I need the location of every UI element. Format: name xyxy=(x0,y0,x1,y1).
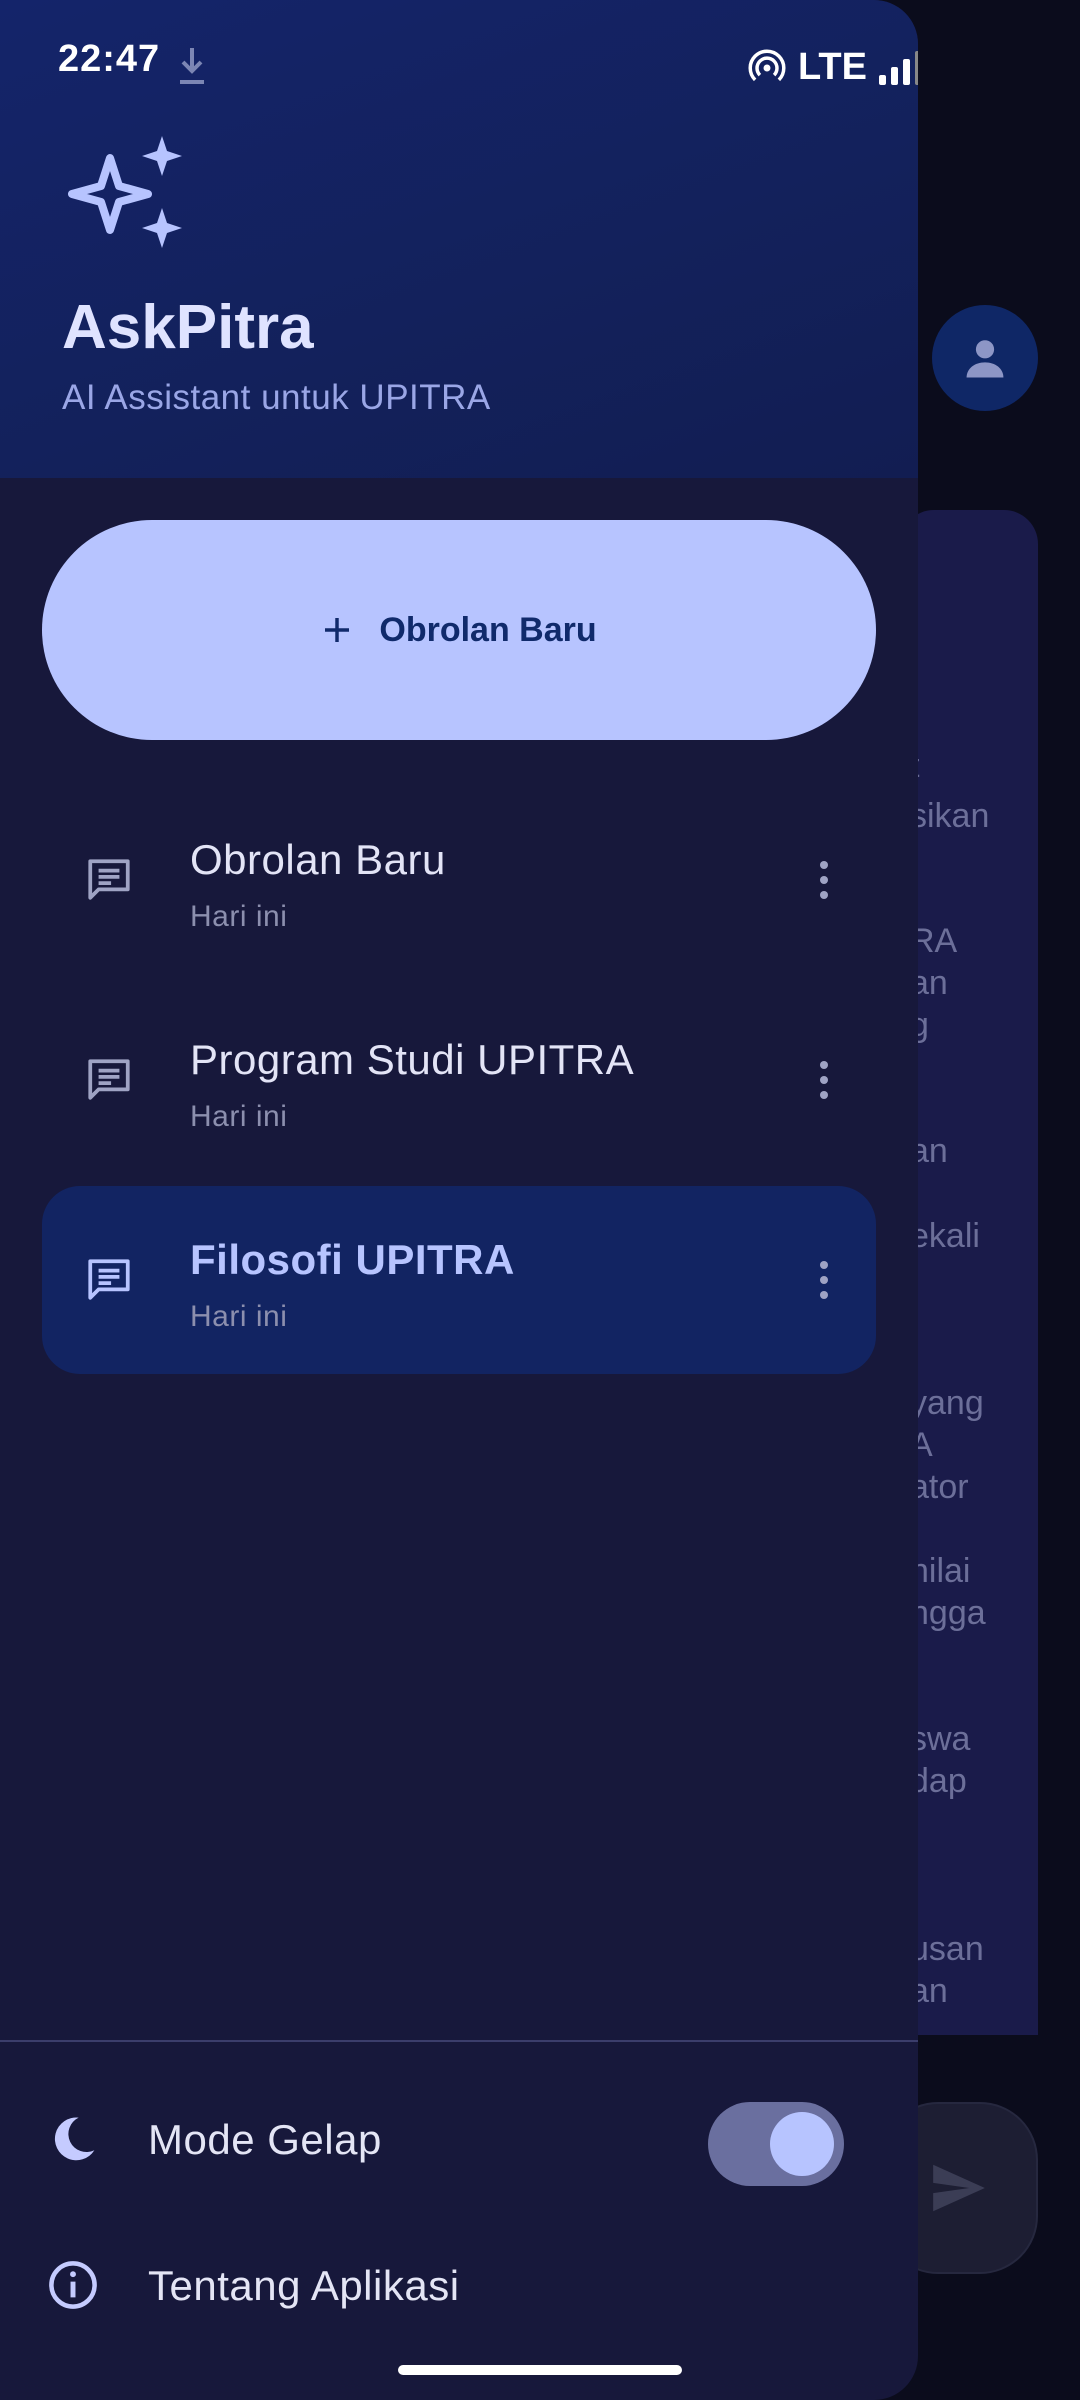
more-options-icon[interactable] xyxy=(794,848,854,912)
app-subtitle: AI Assistant untuk UPITRA xyxy=(62,378,491,417)
message-fragment: ekali xyxy=(910,1217,980,1255)
info-icon xyxy=(46,2258,100,2317)
about-row[interactable]: Tentang Aplikasi xyxy=(0,2228,918,2338)
download-icon xyxy=(178,46,206,91)
person-icon xyxy=(966,340,1004,378)
new-chat-label: Obrolan Baru xyxy=(379,610,597,649)
network-type: LTE xyxy=(798,46,867,88)
message-fragment: swa xyxy=(910,1720,971,1758)
chat-icon xyxy=(84,1254,134,1309)
profile-avatar-button[interactable] xyxy=(932,305,1038,411)
drawer-header: 22:47 LTE 22 AskPitra AI Assistant untuk… xyxy=(0,0,918,478)
message-fragment: usan xyxy=(910,1930,984,1968)
conversation-item[interactable]: Program Studi UPITRA Hari ini xyxy=(42,986,876,1174)
send-icon xyxy=(933,2164,985,2212)
conversation-item-active[interactable]: Filosofi UPITRA Hari ini xyxy=(42,1186,876,1374)
conversation-date: Hari ini xyxy=(190,1300,288,1333)
message-fragment: yang xyxy=(910,1384,984,1422)
app-title: AskPitra xyxy=(62,293,314,362)
conversation-title: Program Studi UPITRA xyxy=(190,1036,635,1083)
message-fragment: sikan xyxy=(910,797,990,835)
message-fragment: dap xyxy=(910,1762,967,1800)
hotspot-icon xyxy=(748,48,786,81)
home-indicator[interactable] xyxy=(398,2365,682,2375)
more-options-icon[interactable] xyxy=(794,1048,854,1112)
dark-mode-row[interactable]: Mode Gelap xyxy=(0,2082,918,2192)
sparkle-logo-icon xyxy=(62,130,186,257)
dark-mode-label: Mode Gelap xyxy=(148,2116,382,2163)
conversation-title: Filosofi UPITRA xyxy=(190,1236,515,1283)
conversation-item[interactable]: Obrolan Baru Hari ini xyxy=(42,786,876,974)
chat-message-card xyxy=(900,510,1038,2035)
chat-icon xyxy=(84,854,134,909)
conversation-date: Hari ini xyxy=(190,900,288,933)
dark-mode-toggle[interactable] xyxy=(708,2102,844,2186)
chat-icon xyxy=(84,1054,134,1109)
plus-icon xyxy=(325,618,350,642)
about-label: Tentang Aplikasi xyxy=(148,2262,460,2309)
message-fragment: ngga xyxy=(910,1594,986,1632)
status-indicators: LTE 22 xyxy=(748,46,918,89)
new-chat-button[interactable]: Obrolan Baru xyxy=(42,520,876,740)
footer-divider xyxy=(0,2040,918,2042)
moon-icon xyxy=(46,2112,100,2171)
navigation-drawer: 22:47 LTE 22 AskPitra AI Assistant untuk… xyxy=(0,0,918,2400)
conversation-date: Hari ini xyxy=(190,1100,288,1133)
status-time: 22:47 xyxy=(58,38,161,80)
message-fragment: ator xyxy=(910,1468,969,1506)
signal-icon xyxy=(878,50,918,85)
message-fragment: nilai xyxy=(910,1552,971,1590)
conversation-title: Obrolan Baru xyxy=(190,836,446,883)
more-options-icon[interactable] xyxy=(794,1248,854,1312)
